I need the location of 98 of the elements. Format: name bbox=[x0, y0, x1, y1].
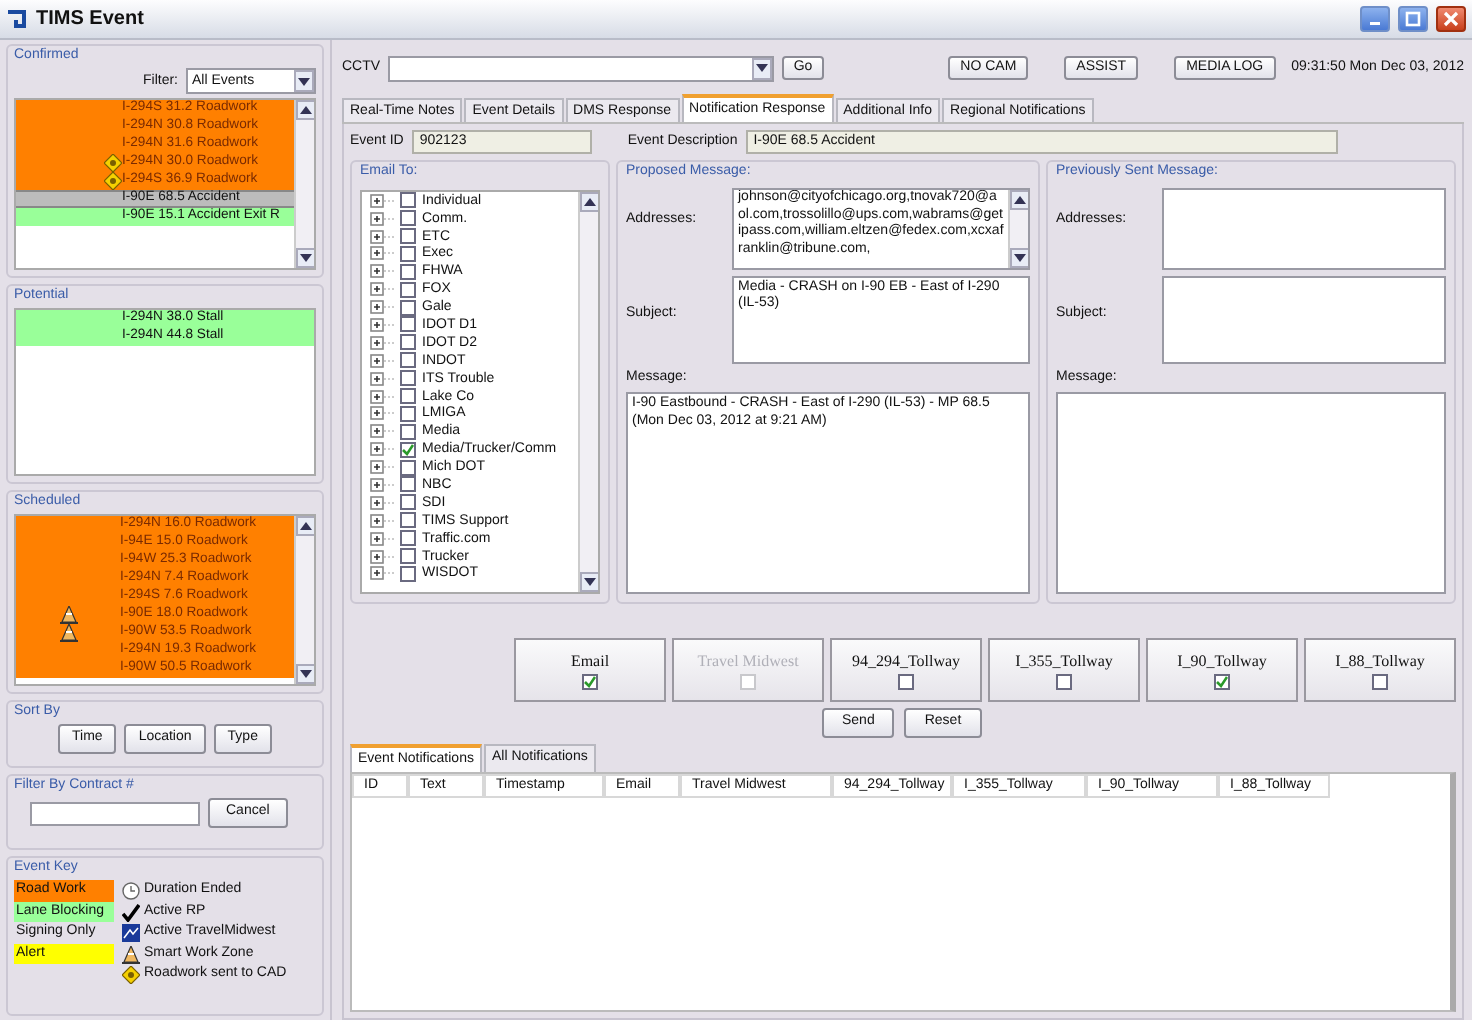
clock-icon bbox=[122, 882, 140, 901]
expand-icon[interactable] bbox=[370, 282, 394, 297]
check-icon bbox=[122, 903, 140, 922]
expand-icon[interactable] bbox=[370, 300, 394, 315]
maximize-button[interactable] bbox=[1398, 6, 1428, 32]
scroll-down-button[interactable] bbox=[579, 572, 598, 593]
scroll-down-icon[interactable] bbox=[299, 254, 311, 262]
channel-toggle[interactable]: 94_294_Tollway bbox=[830, 638, 982, 703]
expand-icon[interactable] bbox=[370, 424, 394, 439]
checkbox[interactable] bbox=[400, 405, 416, 422]
checkbox[interactable] bbox=[400, 512, 416, 529]
checkbox[interactable] bbox=[400, 316, 416, 333]
scroll-down-icon[interactable] bbox=[755, 64, 768, 72]
expand-icon[interactable] bbox=[370, 335, 394, 350]
expand-icon[interactable] bbox=[370, 495, 394, 510]
scroll-up-icon[interactable] bbox=[1013, 195, 1025, 204]
scroll-down-button[interactable] bbox=[295, 664, 314, 684]
diamond-sign-icon bbox=[122, 966, 140, 985]
checkbox[interactable] bbox=[400, 281, 416, 298]
scroll-down-button[interactable] bbox=[1009, 247, 1028, 268]
window-title: TIMS Event bbox=[36, 7, 144, 31]
check-icon bbox=[402, 443, 414, 456]
diamond-sign-icon bbox=[104, 154, 122, 173]
scroll-down-icon[interactable] bbox=[298, 77, 310, 86]
diamond-sign-icon bbox=[104, 172, 122, 191]
checkbox[interactable] bbox=[400, 565, 416, 582]
checkbox[interactable] bbox=[400, 423, 416, 440]
traffic-cone-icon bbox=[60, 606, 78, 625]
checkbox[interactable] bbox=[400, 476, 416, 493]
subject-field[interactable] bbox=[1162, 275, 1446, 364]
expand-icon[interactable] bbox=[370, 229, 394, 243]
scroll-up-button[interactable] bbox=[295, 516, 314, 537]
scroll-up-button[interactable] bbox=[295, 100, 314, 121]
channel-toggle[interactable]: Email bbox=[514, 638, 666, 703]
checkbox[interactable] bbox=[582, 674, 598, 691]
scroll-up-icon[interactable] bbox=[583, 197, 595, 206]
maximize-icon bbox=[1404, 10, 1422, 28]
checkbox[interactable] bbox=[400, 228, 416, 244]
checkbox[interactable] bbox=[1056, 674, 1072, 691]
scroll-down-icon[interactable] bbox=[583, 578, 595, 587]
address-field[interactable] bbox=[1162, 187, 1446, 270]
dropdown-button[interactable] bbox=[294, 70, 314, 93]
expand-icon[interactable] bbox=[370, 389, 394, 404]
checkbox[interactable] bbox=[400, 263, 416, 280]
checkbox[interactable] bbox=[400, 210, 416, 227]
expand-icon[interactable] bbox=[370, 442, 394, 457]
expand-icon[interactable] bbox=[370, 513, 394, 528]
expand-icon[interactable] bbox=[370, 193, 394, 208]
checkbox[interactable] bbox=[400, 388, 416, 405]
checkbox[interactable] bbox=[400, 370, 416, 387]
checkbox[interactable] bbox=[400, 299, 416, 316]
checkbox[interactable] bbox=[400, 352, 416, 369]
expand-icon[interactable] bbox=[370, 531, 394, 546]
channel-toggle[interactable]: I_88_Tollway bbox=[1304, 638, 1456, 703]
expand-icon[interactable] bbox=[370, 371, 394, 386]
channel-toggle[interactable]: I_90_Tollway bbox=[1146, 638, 1298, 703]
message-field[interactable] bbox=[1056, 392, 1446, 595]
expand-icon[interactable] bbox=[370, 566, 394, 581]
close-button[interactable] bbox=[1436, 6, 1466, 32]
channel-toggle[interactable]: I_355_Tollway bbox=[988, 638, 1140, 703]
expand-icon[interactable] bbox=[370, 353, 394, 368]
expand-icon[interactable] bbox=[370, 317, 394, 332]
scroll-down-button[interactable] bbox=[295, 248, 314, 268]
checkbox[interactable] bbox=[898, 674, 914, 691]
expand-icon[interactable] bbox=[370, 211, 394, 226]
expand-icon[interactable] bbox=[370, 246, 394, 261]
checkbox[interactable] bbox=[400, 530, 416, 547]
contract-field[interactable] bbox=[30, 801, 200, 826]
expand-icon[interactable] bbox=[370, 460, 394, 475]
checkbox[interactable] bbox=[1372, 674, 1388, 691]
checkbox[interactable] bbox=[400, 441, 416, 458]
checkbox[interactable] bbox=[400, 192, 416, 209]
scroll-up-icon[interactable] bbox=[299, 106, 311, 115]
scroll-up-icon[interactable] bbox=[299, 522, 311, 531]
checkbox[interactable] bbox=[400, 334, 416, 351]
dropdown-button[interactable] bbox=[751, 57, 772, 79]
checkbox[interactable] bbox=[400, 459, 416, 476]
scroll-up-button[interactable] bbox=[579, 191, 598, 212]
traffic-cone-icon bbox=[60, 624, 78, 643]
app-icon bbox=[6, 8, 28, 30]
close-icon bbox=[1442, 10, 1460, 28]
check-icon bbox=[1216, 676, 1228, 689]
channel-toggle: Travel Midwest bbox=[672, 638, 824, 703]
checkbox[interactable] bbox=[1214, 674, 1230, 691]
scroll-up-button[interactable] bbox=[1009, 189, 1028, 210]
expand-icon[interactable] bbox=[370, 549, 394, 564]
checkbox[interactable] bbox=[400, 494, 416, 511]
scroll-down-icon[interactable] bbox=[1013, 253, 1025, 262]
traffic-icon bbox=[122, 924, 140, 943]
traffic-cone-icon bbox=[122, 945, 140, 964]
expand-icon[interactable] bbox=[370, 406, 394, 421]
check-icon bbox=[584, 676, 596, 689]
minimize-button[interactable] bbox=[1360, 6, 1390, 32]
scroll-down-icon[interactable] bbox=[299, 670, 311, 678]
expand-icon[interactable] bbox=[370, 477, 394, 492]
expand-icon[interactable] bbox=[370, 264, 394, 279]
checkbox[interactable] bbox=[400, 245, 416, 262]
checkbox[interactable] bbox=[400, 548, 416, 565]
